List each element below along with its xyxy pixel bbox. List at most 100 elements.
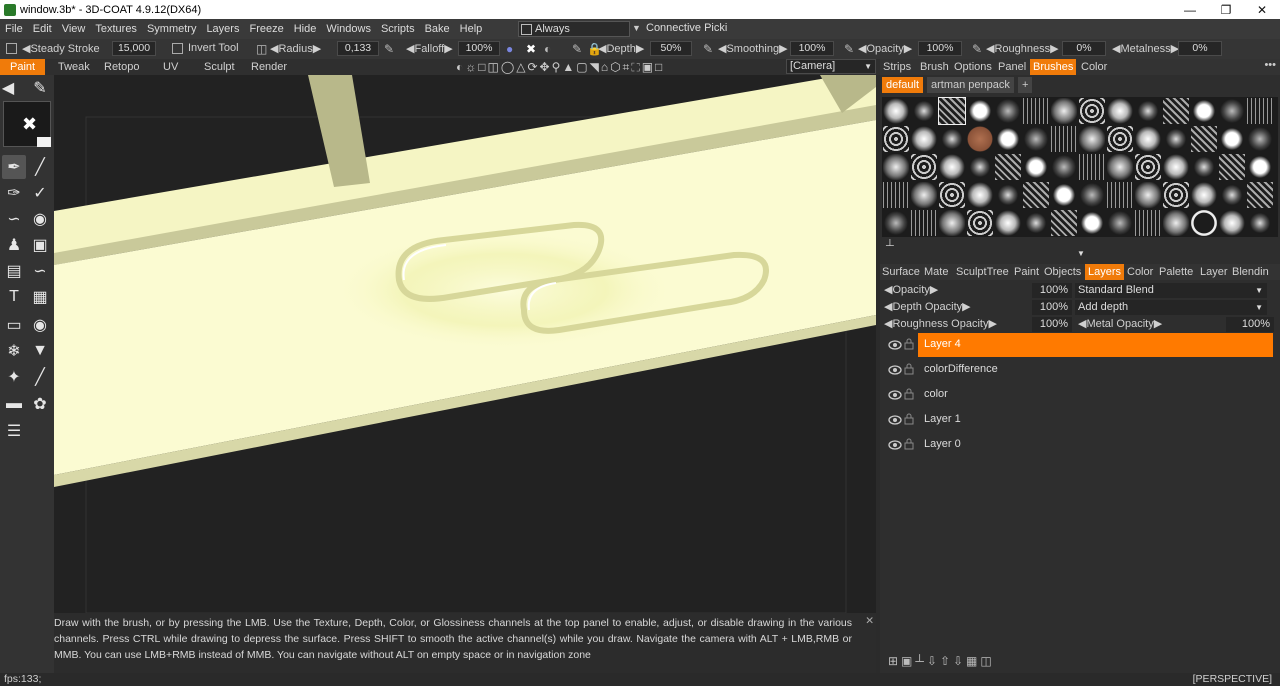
tab-paint-objects[interactable]: Paint — [1014, 264, 1039, 280]
always-dropdown[interactable]: Always — [518, 21, 630, 37]
menu-freeze[interactable]: Freeze — [244, 23, 288, 35]
roughness-label[interactable]: ◀Roughness▶ — [986, 42, 1059, 55]
snowflake-icon[interactable]: ❄ — [2, 339, 26, 363]
brush-thumbnail[interactable] — [967, 210, 993, 236]
connective-picking-label[interactable]: Connective Picki — [646, 22, 727, 34]
brush-thumbnail[interactable] — [1135, 126, 1161, 152]
layer-row[interactable]: Layer 1 — [880, 408, 1280, 432]
fill-icon[interactable]: ▤ — [2, 259, 26, 283]
roughness-pen-icon[interactable]: ✎ — [972, 42, 982, 56]
depth-opacity-value[interactable]: 100% — [1032, 300, 1072, 315]
brush-thumbnail[interactable] — [1079, 126, 1105, 152]
anchor-icon[interactable]: ┴ — [886, 240, 894, 252]
material-sphere-icon[interactable]: ● — [506, 42, 513, 56]
brush-thumbnail[interactable] — [1079, 154, 1105, 180]
always-checkbox[interactable] — [521, 24, 532, 35]
menu-file[interactable]: File — [0, 23, 28, 35]
brush-thumbnail[interactable] — [911, 98, 937, 124]
secondary-color-swatch[interactable] — [37, 137, 51, 147]
brush-thumbnail[interactable] — [1191, 154, 1217, 180]
brush-thumbnail[interactable] — [939, 126, 965, 152]
view-tool-icons[interactable]: ◐☼□◫◯△⟳✥⚲▲▢◥⌂⬡⌗⛶▣□ — [456, 60, 664, 75]
brush-thumbnail[interactable] — [995, 154, 1021, 180]
tab-objects[interactable]: Objects — [1044, 264, 1081, 280]
smoothing-pen-icon[interactable]: ✎ — [703, 42, 713, 56]
tab-brushes[interactable]: Brushes — [1030, 59, 1077, 75]
brush-thumbnail[interactable] — [1051, 210, 1077, 236]
pack-default[interactable]: default — [882, 77, 924, 93]
lock-icon[interactable] — [904, 338, 914, 350]
spray-icon[interactable]: ◉ — [28, 207, 52, 231]
bucket-icon[interactable]: ▼ — [28, 339, 52, 363]
menu-symmetry[interactable]: Symmetry — [142, 23, 202, 35]
brush-thumbnail[interactable] — [1135, 182, 1161, 208]
brush-thumbnail[interactable] — [1135, 98, 1161, 124]
tab-strips[interactable]: Strips — [883, 59, 911, 75]
opacity-value[interactable]: 100% — [918, 41, 962, 56]
brush-thumbnail[interactable] — [1219, 182, 1245, 208]
visibility-eye-icon[interactable] — [888, 413, 902, 427]
brush-thumbnail[interactable] — [967, 126, 993, 152]
color-swatch[interactable]: ✖ — [3, 101, 51, 147]
tab-sculpt[interactable]: Sculpt — [204, 59, 235, 75]
brush-thumbnail[interactable] — [1191, 182, 1217, 208]
brush-thumbnail[interactable] — [1219, 98, 1245, 124]
add-pack-button[interactable]: + — [1018, 77, 1033, 93]
lock-icon[interactable] — [904, 363, 914, 375]
tab-retopo[interactable]: Retopo — [104, 59, 139, 75]
pack-artman-penpack[interactable]: artman penpack — [927, 77, 1014, 93]
tab-brush[interactable]: Brush — [920, 59, 949, 75]
brush-thumbnail[interactable] — [938, 97, 966, 125]
split-brush-icon[interactable]: ✓ — [28, 181, 52, 205]
menu-help[interactable]: Help — [455, 23, 488, 35]
visibility-eye-icon[interactable] — [888, 363, 902, 377]
metal-opacity-value[interactable]: 100% — [1226, 317, 1274, 332]
more-icon[interactable]: ••• — [1264, 59, 1276, 71]
butterfly-icon[interactable]: ✿ — [28, 392, 52, 416]
tab-mate[interactable]: Mate — [924, 264, 948, 280]
steady-stroke-checkbox[interactable] — [6, 43, 17, 54]
brush-thumbnail[interactable] — [1051, 182, 1077, 208]
menu-edit[interactable]: Edit — [28, 23, 57, 35]
radius-label[interactable]: ◀Radius▶ — [270, 42, 321, 55]
tab-options[interactable]: Options — [954, 59, 992, 75]
tab-paint[interactable]: Paint — [0, 59, 46, 75]
tab-layers[interactable]: Layers — [1085, 264, 1125, 280]
radius-value[interactable]: 0,133 — [337, 41, 379, 56]
brush-thumbnail[interactable] — [1163, 98, 1189, 124]
chevron-down-icon[interactable]: ▼ — [1077, 249, 1085, 258]
metalness-value[interactable]: 0% — [1178, 41, 1222, 56]
visibility-eye-icon[interactable] — [888, 338, 902, 352]
brush-thumbnail[interactable] — [1023, 210, 1049, 236]
tab-color[interactable]: Color — [1081, 59, 1107, 75]
tab-color-palette[interactable]: Color — [1127, 264, 1153, 280]
menu-bake[interactable]: Bake — [420, 23, 455, 35]
visibility-eye-icon[interactable] — [888, 388, 902, 402]
transform-icon[interactable]: ▦ — [28, 285, 52, 309]
brush-thumbnail[interactable] — [911, 126, 937, 152]
camera-dropdown[interactable]: [Camera] ▼ — [786, 59, 876, 74]
depth-mode-dropdown[interactable]: Add depth ▼ — [1075, 300, 1267, 315]
line-icon[interactable]: ╱ — [28, 155, 52, 179]
brush-thumbnail[interactable] — [1023, 126, 1049, 152]
tab-uv[interactable]: UV — [163, 59, 178, 75]
brush-thumbnail[interactable] — [911, 154, 937, 180]
viewport[interactable] — [54, 75, 876, 613]
brush-thumbnail[interactable] — [995, 182, 1021, 208]
falloff-value[interactable]: 100% — [458, 41, 500, 56]
eraser-icon[interactable]: ▭ — [2, 313, 26, 337]
eyedropper-icon[interactable]: ╱ — [28, 365, 52, 389]
layer-row[interactable]: Layer 4 — [880, 333, 1280, 357]
tab-blending[interactable]: Blendin — [1232, 264, 1269, 280]
pencil-icon[interactable]: ✎ — [28, 76, 52, 100]
iron-icon[interactable]: ▬ — [2, 392, 26, 416]
close-icon[interactable]: ✕ — [865, 613, 874, 629]
brush-thumbnail[interactable] — [1107, 154, 1133, 180]
tab-surface[interactable]: Surface — [882, 264, 920, 280]
brush-thumbnail[interactable] — [1247, 182, 1273, 208]
brush-thumbnail[interactable] — [883, 182, 909, 208]
tab-render[interactable]: Render — [251, 59, 287, 75]
brush-thumbnail[interactable] — [1051, 154, 1077, 180]
tab-layer-blending[interactable]: Layer — [1200, 264, 1228, 280]
clone-stamp-icon[interactable]: ♟ — [2, 233, 26, 257]
